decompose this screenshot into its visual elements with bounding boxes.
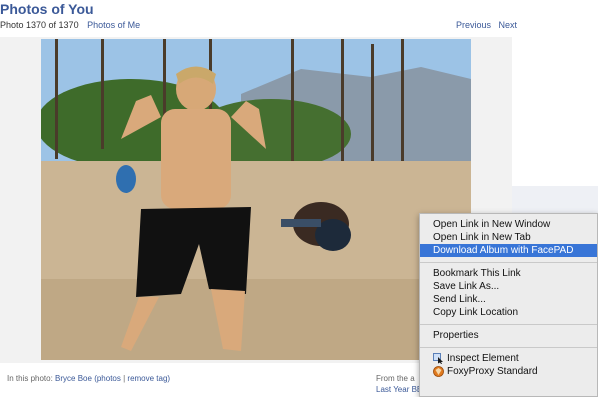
- inspect-icon: [433, 353, 443, 364]
- main-photo[interactable]: [41, 39, 471, 360]
- previous-link[interactable]: Previous: [456, 20, 491, 30]
- photos-of-me-link[interactable]: Photos of Me: [87, 20, 140, 30]
- from-album-text: From the a: [376, 374, 415, 383]
- menu-inspect-element[interactable]: Inspect Element: [420, 352, 597, 365]
- photo-count-text: Photo 1370 of 1370: [0, 20, 79, 30]
- menu-open-new-tab[interactable]: Open Link in New Tab: [420, 231, 597, 244]
- tagged-person-photos-link[interactable]: (photos: [94, 374, 121, 383]
- context-menu: Open Link in New Window Open Link in New…: [419, 213, 598, 397]
- menu-properties[interactable]: Properties: [420, 329, 597, 342]
- caption-prefix: In this photo:: [7, 374, 53, 383]
- menu-open-new-window[interactable]: Open Link in New Window: [420, 218, 597, 231]
- menu-inspect-element-label: Inspect Element: [447, 353, 519, 364]
- menu-foxyproxy[interactable]: FoxyProxy Standard: [420, 365, 597, 378]
- menu-download-album-facepad[interactable]: Download Album with FacePAD: [420, 244, 597, 257]
- photo-caption: In this photo: Bryce Boe (photos | remov…: [7, 374, 170, 383]
- beach-photo-image: [41, 39, 471, 360]
- menu-separator: [420, 347, 597, 348]
- next-link[interactable]: Next: [499, 20, 518, 30]
- tagged-person-link[interactable]: Bryce Boe: [55, 374, 92, 383]
- page-title: Photos of You: [0, 1, 94, 17]
- photo-pager: Previous Next: [456, 20, 522, 30]
- menu-bookmark-link[interactable]: Bookmark This Link: [420, 267, 597, 280]
- menu-foxyproxy-label: FoxyProxy Standard: [447, 366, 538, 377]
- foxyproxy-icon: [433, 366, 444, 377]
- photo-counter: Photo 1370 of 1370 Photos of Me: [0, 20, 140, 30]
- menu-separator: [420, 324, 597, 325]
- menu-copy-link-location[interactable]: Copy Link Location: [420, 306, 597, 319]
- menu-separator: [420, 262, 597, 263]
- menu-save-link-as[interactable]: Save Link As...: [420, 280, 597, 293]
- menu-send-link[interactable]: Send Link...: [420, 293, 597, 306]
- remove-tag-link[interactable]: remove tag): [127, 374, 170, 383]
